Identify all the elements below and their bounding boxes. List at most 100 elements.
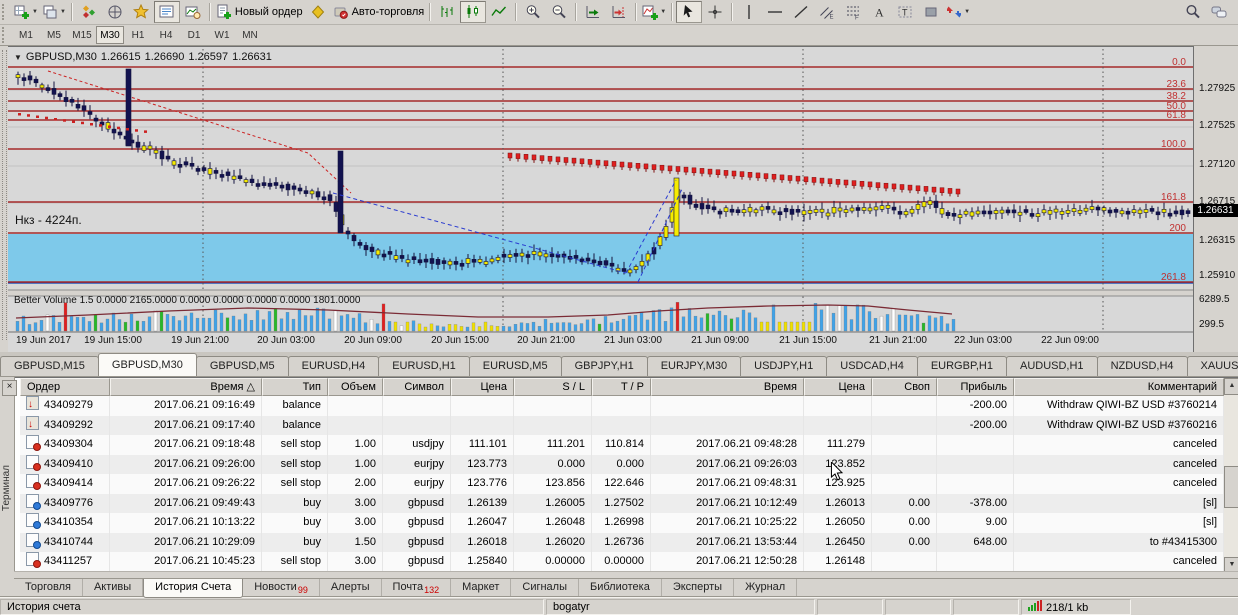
terminal-tab-алерты[interactable]: Алерты [320, 579, 382, 596]
column-header-7[interactable]: T / P [592, 378, 651, 396]
cursor-button[interactable] [676, 1, 702, 23]
column-header-10[interactable]: Своп [872, 378, 937, 396]
chart-candles-button[interactable] [460, 1, 486, 23]
timeframe-m5[interactable]: M5 [40, 26, 68, 44]
history-row-43409304[interactable]: 434093042017.06.21 09:18:48sell stop1.00… [20, 435, 1224, 455]
timeframe-d1[interactable]: D1 [180, 26, 208, 44]
terminal-tab-почта[interactable]: Почта132 [382, 579, 452, 596]
indicators-dropdown-icon[interactable]: ▼ [660, 9, 666, 15]
search-button[interactable] [1180, 1, 1206, 23]
terminal-tab-библиотека[interactable]: Библиотека [579, 579, 662, 596]
trend-line-button[interactable] [788, 1, 814, 23]
column-header-2[interactable]: Тип [262, 378, 328, 396]
column-header-11[interactable]: Прибыль [937, 378, 1014, 396]
history-row-43409410[interactable]: 434094102017.06.21 09:26:00sell stop1.00… [20, 455, 1224, 475]
scroll-up-button[interactable]: ▲ [1224, 378, 1238, 395]
terminal-tab-торговля[interactable]: Торговля [14, 579, 83, 596]
terminal-tab-эксперты[interactable]: Эксперты [662, 579, 734, 596]
column-header-8[interactable]: Время [651, 378, 804, 396]
chart-tab-gbpusd-m30[interactable]: GBPUSD,M30 [98, 353, 197, 376]
history-row-43409279[interactable]: 434092792017.06.21 09:16:49balance-200.0… [20, 396, 1224, 416]
chart-tab-audusd-h1[interactable]: AUDUSD,H1 [1006, 356, 1098, 376]
vertical-line-button[interactable] [736, 1, 762, 23]
arrows-dropdown-icon[interactable]: ▼ [964, 9, 970, 15]
history-row-43409292[interactable]: 434092922017.06.21 09:17:40balance-200.0… [20, 416, 1224, 436]
timeframe-m1[interactable]: M1 [12, 26, 40, 44]
terminal-tab-активы[interactable]: Активы [83, 579, 143, 596]
terminal-button[interactable] [154, 1, 180, 23]
chart-plot[interactable]: 0.023.638.250.061.8100.0161.8200261.8 [8, 46, 1193, 354]
chart-line-button[interactable] [486, 1, 512, 23]
timeframe-h4[interactable]: H4 [152, 26, 180, 44]
zoom-out-button[interactable] [546, 1, 572, 23]
equidistant-channel-button[interactable]: E [814, 1, 840, 23]
new-chart-button[interactable]: ▼ [12, 1, 40, 23]
history-row-43410354[interactable]: 434103542017.06.21 10:13:22buy3.00gbpusd… [20, 513, 1224, 533]
zoom-in-button[interactable] [520, 1, 546, 23]
timeframe-m30[interactable]: M30 [96, 26, 124, 44]
chart-shift-button[interactable] [606, 1, 632, 23]
auto-scroll-button[interactable] [580, 1, 606, 23]
timeframe-m15[interactable]: M15 [68, 26, 96, 44]
terminal-tab-история-счета[interactable]: История Счета [143, 579, 243, 598]
text-button[interactable]: A [866, 1, 892, 23]
crosshair-button[interactable] [702, 1, 728, 23]
indicators-button[interactable]: ▼ [640, 1, 668, 23]
terminal-panel-label: Терминал [1, 465, 13, 511]
chart-tab-usdjpy-h1[interactable]: USDJPY,H1 [740, 356, 827, 376]
history-row-43409414[interactable]: 434094142017.06.21 09:26:22sell stop2.00… [20, 474, 1224, 494]
strategy-tester-button[interactable] [180, 1, 206, 23]
terminal-tab-новости[interactable]: Новости99 [243, 579, 320, 596]
chart-tab-eurgbp-h1[interactable]: EURGBP,H1 [917, 356, 1007, 376]
profiles-dropdown-icon[interactable]: ▼ [60, 9, 66, 15]
chart-tab-gbpjpy-h1[interactable]: GBPJPY,H1 [561, 356, 648, 376]
chart-tab-gbpusd-m15[interactable]: GBPUSD,M15 [0, 356, 99, 376]
new-order-button[interactable]: Новый ордер [214, 1, 305, 23]
terminal-tab-журнал[interactable]: Журнал [734, 579, 797, 596]
chart-bars-button[interactable] [434, 1, 460, 23]
chart-tab-eurusd-h4[interactable]: EURUSD,H4 [288, 356, 380, 376]
navigator-button[interactable] [128, 1, 154, 23]
cell [328, 396, 383, 416]
chat-button[interactable] [1206, 1, 1232, 23]
terminal-close-button[interactable]: × [2, 380, 17, 396]
chart-tab-usdcad-h4[interactable]: USDCAD,H4 [826, 356, 918, 376]
timeframe-h1[interactable]: H1 [124, 26, 152, 44]
auto-trading-icon [333, 4, 349, 20]
chart-tab-eurjpy-m30[interactable]: EURJPY,M30 [647, 356, 741, 376]
history-row-43410744[interactable]: 434107442017.06.21 10:29:09buy1.50gbpusd… [20, 533, 1224, 553]
history-row-43409776[interactable]: 434097762017.06.21 09:49:43buy3.00gbpusd… [20, 494, 1224, 514]
chart-tab-xauusd-h1[interactable]: XAUUSD,H1 [1187, 356, 1238, 376]
market-watch-button[interactable] [76, 1, 102, 23]
text-label-button[interactable]: T [892, 1, 918, 23]
column-header-9[interactable]: Цена [804, 378, 872, 396]
new-chart-dropdown-icon[interactable]: ▼ [32, 9, 38, 15]
chart-tab-gbpusd-m5[interactable]: GBPUSD,M5 [196, 356, 289, 376]
auto-trading-button[interactable]: Авто-торговля [331, 1, 427, 23]
column-header-1[interactable]: Время △ [110, 378, 262, 396]
terminal-tab-сигналы[interactable]: Сигналы [511, 579, 579, 596]
column-header-0[interactable]: Ордер [20, 378, 110, 396]
column-header-6[interactable]: S / L [514, 378, 592, 396]
fibonacci-retracement-button[interactable]: F [840, 1, 866, 23]
timeframe-mn[interactable]: MN [236, 26, 264, 44]
data-window-button[interactable] [102, 1, 128, 23]
chart-collapse-icon[interactable]: ▼ [14, 53, 22, 62]
arrows-button[interactable]: ▼ [944, 1, 972, 23]
column-header-3[interactable]: Объем [328, 378, 383, 396]
history-row-43411257[interactable]: 434112572017.06.21 10:45:23sell stop3.00… [20, 552, 1224, 572]
terminal-tab-маркет[interactable]: Маркет [451, 579, 511, 596]
timeframe-w1[interactable]: W1 [208, 26, 236, 44]
column-header-5[interactable]: Цена [451, 378, 514, 396]
horizontal-line-button[interactable] [762, 1, 788, 23]
shapes-button[interactable] [918, 1, 944, 23]
chart-tab-nzdusd-h4[interactable]: NZDUSD,H4 [1097, 356, 1188, 376]
profiles-button[interactable]: ▼ [40, 1, 68, 23]
metaeditor-button[interactable] [305, 1, 331, 23]
column-header-4[interactable]: Символ [383, 378, 451, 396]
table-scrollbar[interactable]: ▲▼ [1224, 378, 1238, 574]
chart-tab-eurusd-h1[interactable]: EURUSD,H1 [378, 356, 470, 376]
chart-tab-eurusd-m5[interactable]: EURUSD,M5 [469, 356, 562, 376]
column-header-12[interactable]: Комментарий [1014, 378, 1224, 396]
scrollbar-thumb[interactable] [1224, 466, 1238, 508]
